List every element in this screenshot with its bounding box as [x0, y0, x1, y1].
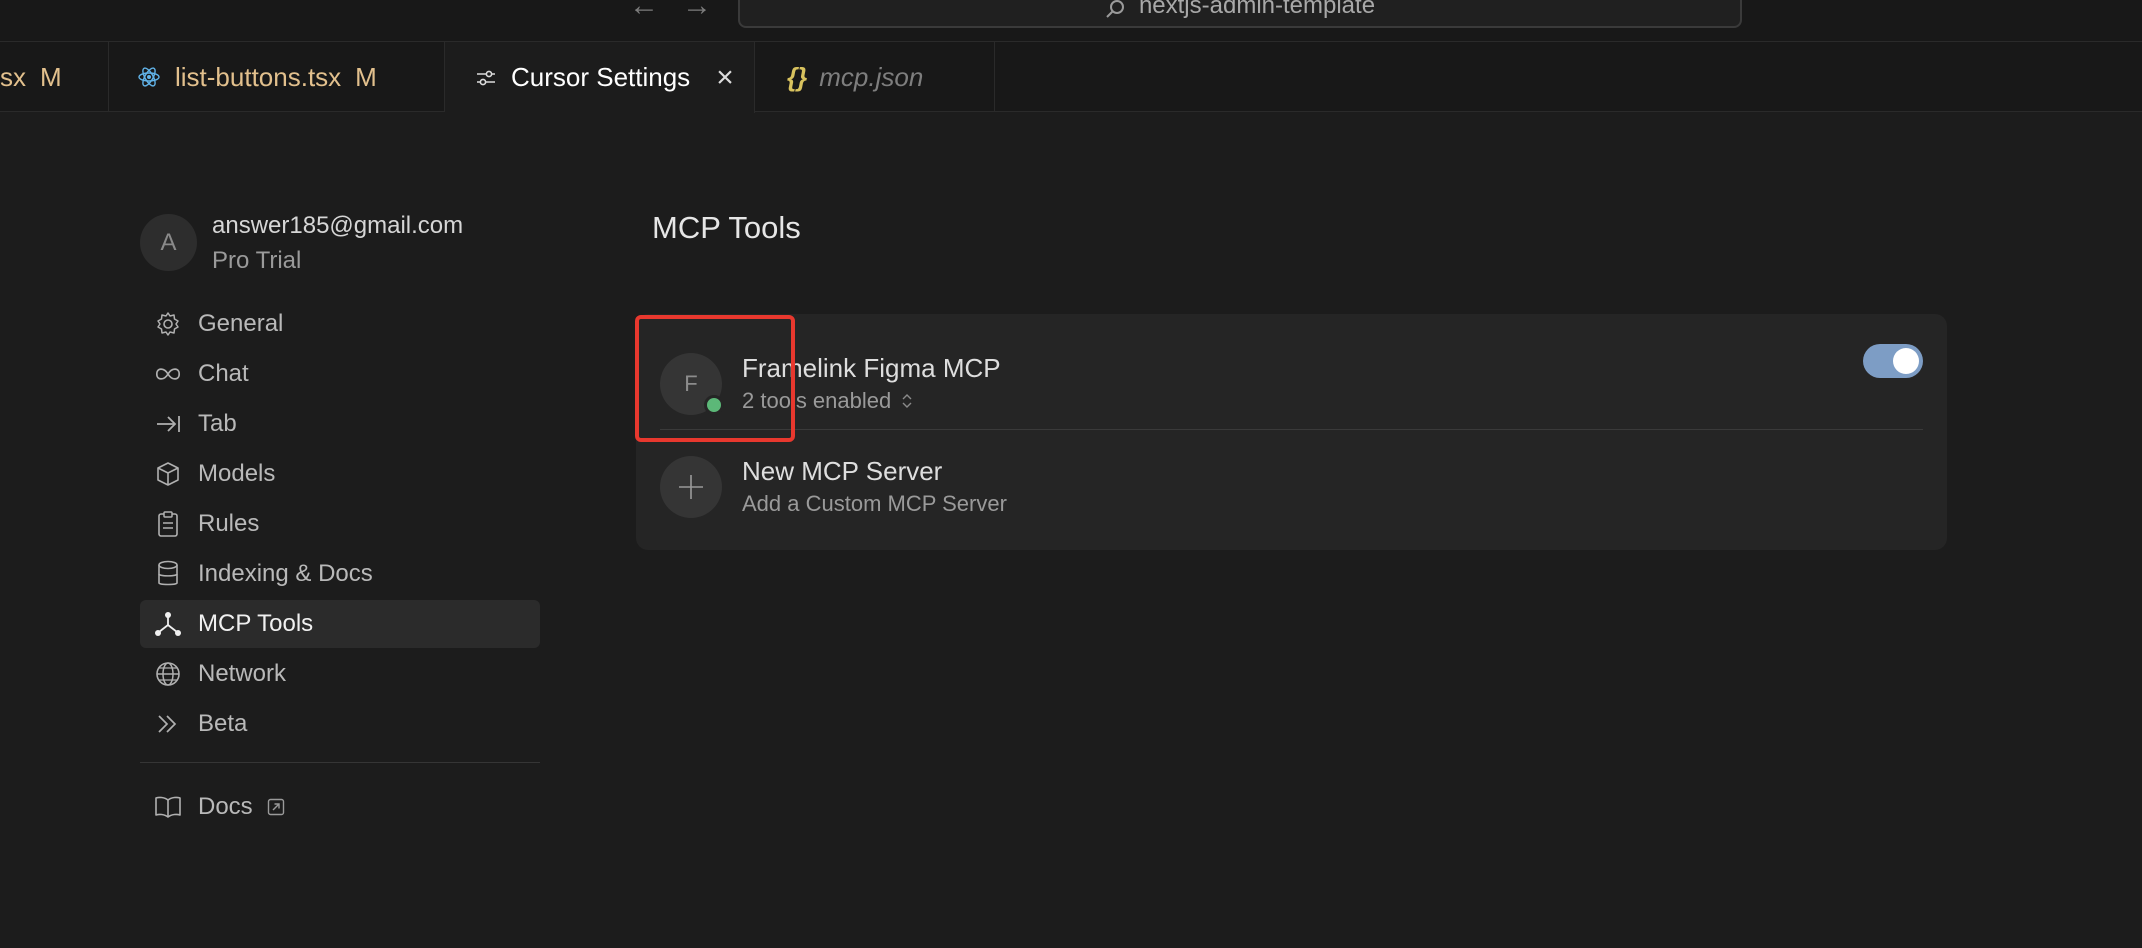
account-email: answer185@gmail.com — [212, 212, 464, 239]
sidebar-item-beta[interactable]: Beta — [140, 700, 540, 748]
status-online-icon — [704, 394, 724, 415]
sidebar-item-label: Tab — [198, 410, 237, 437]
server-name: Framelink Figma MCP — [742, 352, 1001, 383]
server-initial: F — [684, 370, 698, 396]
sidebar-item-mcp-tools[interactable]: MCP Tools — [140, 600, 540, 648]
chevron-up-down-icon — [901, 392, 913, 410]
page-title: MCP Tools — [652, 210, 801, 245]
external-link-icon — [267, 798, 284, 816]
mcp-nodes-icon — [154, 610, 182, 638]
tab-cursor-settings[interactable]: Cursor Settings × — [445, 42, 755, 113]
mcp-servers-card: F Framelink Figma MCP 2 tools enabled Ne… — [636, 314, 1947, 550]
command-center-search[interactable]: nextjs-admin-template — [738, 0, 1742, 28]
sidebar-item-label: Chat — [198, 360, 249, 387]
server-avatar: F — [660, 352, 724, 415]
editor-tab-strip: sx M list-buttons.tsx M Cursor Settings … — [0, 42, 2142, 113]
tab-label: list-buttons.tsx — [175, 61, 342, 92]
json-braces-icon: {} — [787, 61, 808, 92]
mcp-server-row[interactable]: F Framelink Figma MCP 2 tools enabled — [660, 338, 1923, 430]
gear-icon — [154, 310, 182, 338]
sidebar-item-network[interactable]: Network — [140, 650, 540, 698]
tab-label: mcp.json — [819, 61, 924, 92]
sidebar-item-label: Indexing & Docs — [198, 560, 373, 587]
sidebar-item-rules[interactable]: Rules — [140, 500, 540, 548]
react-icon — [137, 65, 161, 89]
database-icon — [154, 560, 182, 588]
sidebar-divider — [140, 762, 540, 763]
arrow-right-icon[interactable]: → — [680, 0, 714, 21]
sidebar-item-label: Network — [198, 660, 287, 687]
sidebar-item-docs[interactable]: Docs — [140, 783, 540, 831]
clipboard-icon — [154, 510, 182, 538]
server-enabled-toggle[interactable] — [1863, 344, 1923, 378]
tab-label: Cursor Settings — [511, 62, 691, 92]
tab-mcp-json[interactable]: {} mcp.json — [755, 42, 995, 112]
title-bar: ← → nextjs-admin-template — [0, 0, 2142, 42]
sidebar-item-label: General — [198, 310, 284, 337]
tab-label: sx — [0, 61, 26, 92]
tools-enabled-toggle[interactable]: 2 tools enabled — [742, 387, 1001, 415]
sidebar-item-indexing-docs[interactable]: Indexing & Docs — [140, 550, 540, 598]
infinity-icon — [154, 360, 182, 388]
sidebar-item-models[interactable]: Models — [140, 450, 540, 498]
sidebar-item-chat[interactable]: Chat — [140, 350, 540, 398]
new-mcp-server-button[interactable]: New MCP Server Add a Custom MCP Server — [660, 451, 1923, 523]
double-chevron-icon — [154, 710, 182, 738]
tab-file-sx[interactable]: sx M — [0, 42, 109, 112]
sidebar-item-label: MCP Tools — [198, 610, 314, 637]
account-info: A answer185@gmail.com Pro Trial — [140, 212, 463, 275]
new-server-title: New MCP Server — [742, 456, 943, 486]
modified-badge: M — [40, 61, 62, 92]
sidebar-item-tab[interactable]: Tab — [140, 400, 540, 448]
sidebar-item-label: Docs — [198, 793, 253, 820]
plus-icon — [660, 456, 722, 518]
tab-list-buttons[interactable]: list-buttons.tsx M — [109, 42, 445, 112]
sidebar-item-label: Rules — [198, 510, 260, 537]
book-icon — [154, 793, 182, 821]
sidebar-item-label: Beta — [198, 710, 248, 737]
tools-count-label: 2 tools enabled — [742, 387, 892, 413]
new-server-subtitle: Add a Custom MCP Server — [742, 491, 1007, 516]
sliders-icon — [475, 67, 497, 89]
cube-icon — [154, 460, 182, 488]
account-plan: Pro Trial — [212, 247, 302, 274]
close-icon[interactable]: × — [716, 62, 734, 93]
settings-sidebar: General Chat Tab Models Rules Indexing &… — [140, 300, 540, 833]
modified-badge: M — [355, 61, 377, 92]
toggle-knob — [1893, 348, 1919, 374]
globe-icon — [154, 660, 182, 688]
sidebar-item-general[interactable]: General — [140, 300, 540, 348]
avatar: A — [140, 214, 197, 271]
workspace-name: nextjs-admin-template — [1138, 0, 1376, 19]
search-icon — [1106, 0, 1124, 18]
sidebar-item-label: Models — [198, 460, 276, 487]
arrow-left-icon[interactable]: ← — [627, 0, 661, 21]
tab-arrow-icon — [154, 410, 182, 438]
